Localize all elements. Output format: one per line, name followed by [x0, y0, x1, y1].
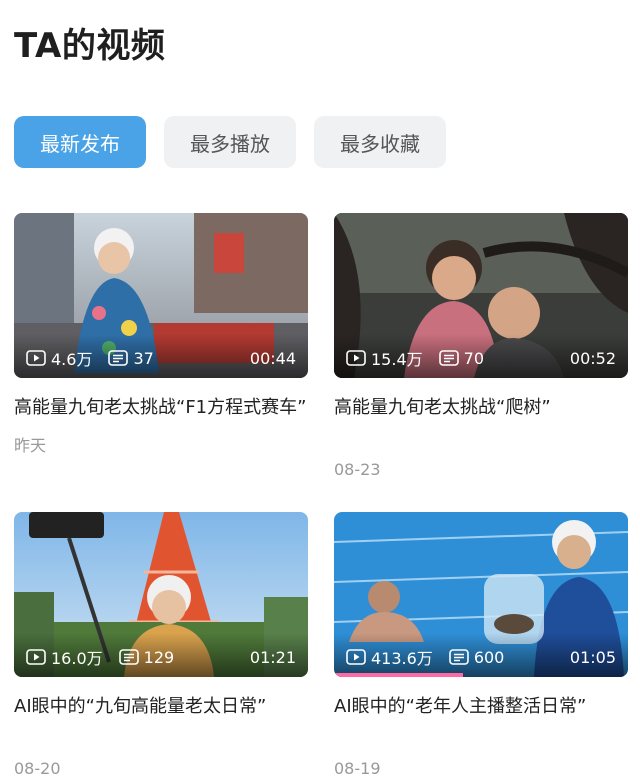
video-title[interactable]: 高能量九旬老太挑战“F1方程式赛车”: [14, 394, 308, 422]
video-duration: 01:21: [249, 647, 296, 667]
video-stats: 413.6万 600 01:05: [346, 645, 616, 669]
video-thumbnail[interactable]: 15.4万 70 00:52: [334, 213, 628, 378]
video-thumbnail[interactable]: 413.6万 600 01:05: [334, 512, 628, 677]
comment-count: 70: [438, 348, 484, 368]
play-count: 4.6万: [26, 346, 92, 370]
video-card-4[interactable]: 413.6万 600 01:05 AI眼中的“老年人主播整活日常” 08-19: [334, 512, 628, 778]
play-icon: [26, 649, 46, 665]
play-count-text: 413.6万: [371, 649, 433, 668]
video-stats: 15.4万 70 00:52: [346, 346, 616, 370]
play-count: 16.0万: [26, 645, 103, 669]
play-count-text: 16.0万: [51, 649, 103, 668]
video-thumbnail[interactable]: 16.0万 129 01:21: [14, 512, 308, 677]
video-thumbnail[interactable]: 4.6万 37 00:44: [14, 213, 308, 378]
tab-bar: 最新发布 最多播放 最多收藏: [14, 116, 446, 168]
tab-most-played[interactable]: 最多播放: [164, 116, 296, 168]
play-icon: [26, 350, 46, 366]
video-title[interactable]: AI眼中的“老年人主播整活日常”: [334, 693, 628, 721]
video-duration: 00:52: [569, 348, 616, 368]
comment-count-text: 600: [473, 647, 505, 667]
comment-icon: [108, 350, 129, 366]
tab-latest[interactable]: 最新发布: [14, 116, 146, 168]
comment-icon: [438, 350, 459, 366]
comment-count: 600: [449, 647, 505, 667]
video-date: 昨天: [14, 436, 47, 455]
comment-icon: [118, 649, 139, 665]
video-date: 08-23: [334, 460, 381, 479]
play-count: 15.4万: [346, 346, 423, 370]
video-title[interactable]: AI眼中的“九旬高能量老太日常”: [14, 693, 308, 721]
comment-count: 37: [108, 348, 154, 368]
video-card-1[interactable]: 4.6万 37 00:44 高能量九旬老太挑战“F1方程式赛车” 昨天: [14, 213, 308, 456]
play-count-text: 15.4万: [371, 350, 423, 369]
video-stats: 16.0万 129 01:21: [26, 645, 296, 669]
comment-count: 129: [118, 647, 175, 667]
video-card-3[interactable]: 16.0万 129 01:21 AI眼中的“九旬高能量老太日常” 08-20: [14, 512, 308, 778]
video-duration: 00:44: [249, 348, 296, 368]
video-date: 08-19: [334, 759, 381, 778]
comment-count-text: 70: [463, 348, 484, 368]
video-stats: 4.6万 37 00:44: [26, 346, 296, 370]
comment-icon: [449, 649, 469, 665]
tab-most-favorited[interactable]: 最多收藏: [314, 116, 446, 168]
video-title[interactable]: 高能量九旬老太挑战“爬树”: [334, 394, 628, 422]
comment-count-text: 129: [143, 647, 175, 667]
play-count-text: 4.6万: [51, 350, 93, 369]
video-card-2[interactable]: 15.4万 70 00:52 高能量九旬老太挑战“爬树” 08-23: [334, 213, 628, 479]
video-duration: 01:05: [569, 647, 616, 667]
page-title: TA的视频: [14, 26, 166, 66]
play-icon: [346, 649, 366, 665]
comment-count-text: 37: [133, 348, 154, 368]
play-count: 413.6万: [346, 645, 433, 669]
play-icon: [346, 350, 366, 366]
video-date: 08-20: [14, 759, 61, 778]
watch-progress-bar: [334, 673, 464, 677]
